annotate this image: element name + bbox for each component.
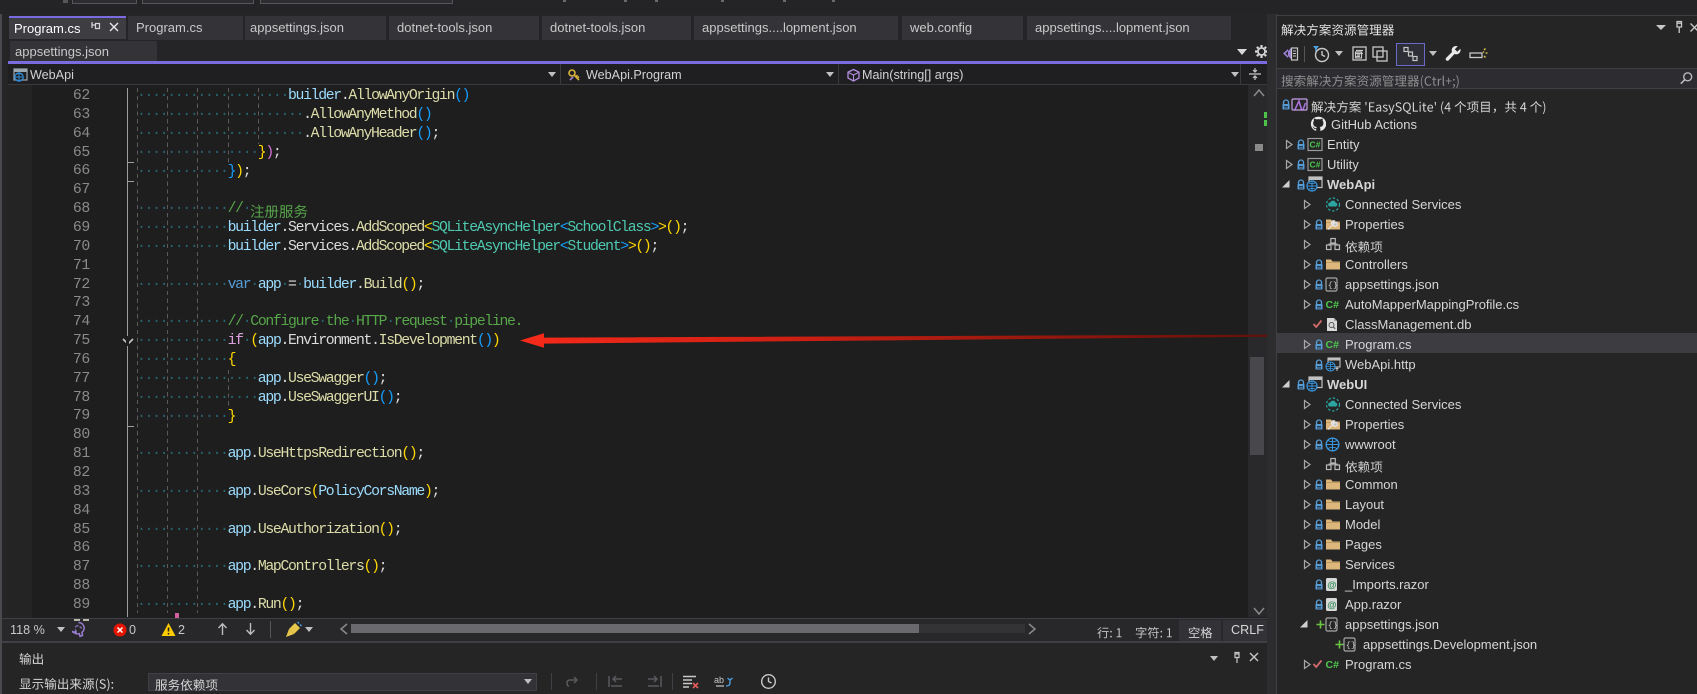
svg-text:{}: {} <box>1328 281 1338 291</box>
svg-text:ab: ab <box>714 675 724 685</box>
svg-text:{}: {} <box>1346 641 1356 651</box>
svg-text:C#: C# <box>1326 339 1340 351</box>
svg-text:@: @ <box>1327 600 1336 611</box>
svg-text:C#: C# <box>1310 160 1321 170</box>
svg-text:C#: C# <box>1310 140 1321 150</box>
svg-text:{}: {} <box>1328 621 1338 631</box>
svg-text:C#: C# <box>1326 659 1340 671</box>
svg-text:C#: C# <box>1326 299 1340 311</box>
svg-text:@: @ <box>1327 580 1336 591</box>
